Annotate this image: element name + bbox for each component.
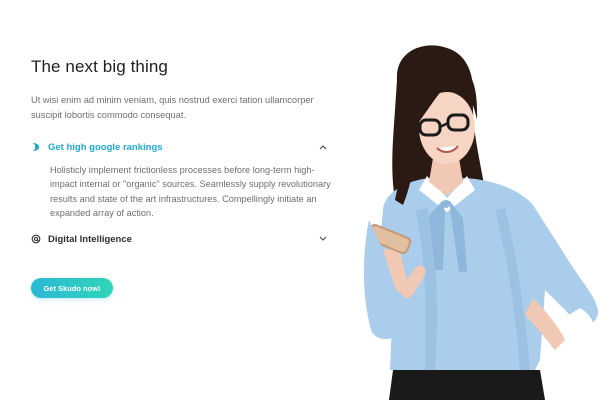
intro-text: Ut wisi enim ad minim veniam, quis nostr… — [31, 95, 314, 120]
at-icon — [31, 234, 41, 244]
section-title: The next big thing — [31, 57, 168, 76]
woman-with-phone-photo — [363, 45, 599, 400]
leaf-icon — [31, 142, 41, 152]
accordion-header-digital[interactable]: Digital Intelligence — [31, 232, 328, 246]
accordion-label-digital: Digital Intelligence — [48, 233, 132, 245]
accordion-item-rankings: Get high google rankings Holisticly impl… — [31, 140, 331, 220]
chevron-up-icon[interactable] — [318, 142, 328, 152]
get-skudo-button[interactable]: Get Skudo now! — [31, 278, 113, 298]
accordion-label-rankings: Get high google rankings — [48, 141, 163, 153]
accordion-item-digital: Digital Intelligence — [31, 232, 328, 246]
accordion-body-rankings: Holisticly implement frictionless proces… — [50, 165, 331, 218]
chevron-down-icon[interactable] — [318, 234, 328, 244]
accordion-header-rankings[interactable]: Get high google rankings — [31, 140, 328, 154]
